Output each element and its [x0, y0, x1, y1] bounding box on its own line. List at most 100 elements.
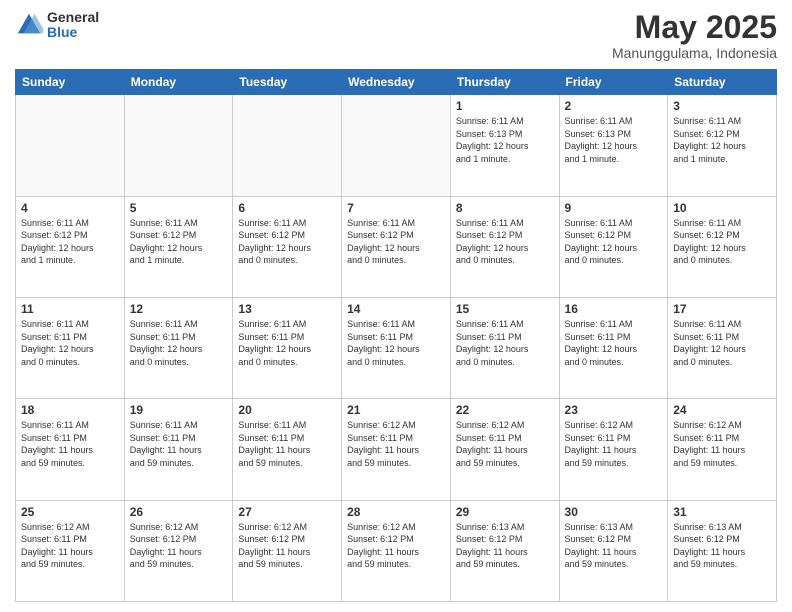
col-sunday: Sunday: [16, 70, 125, 95]
day-number: 3: [673, 99, 771, 113]
day-info: Sunrise: 6:11 AM Sunset: 6:11 PM Dayligh…: [347, 318, 445, 368]
col-wednesday: Wednesday: [342, 70, 451, 95]
day-number: 13: [238, 302, 336, 316]
calendar-cell: 24 Sunrise: 6:12 AM Sunset: 6:11 PM Dayli…: [668, 399, 777, 500]
day-number: 20: [238, 403, 336, 417]
day-info: Sunrise: 6:11 AM Sunset: 6:12 PM Dayligh…: [347, 217, 445, 267]
calendar-cell: 20 Sunrise: 6:11 AM Sunset: 6:11 PM Dayli…: [233, 399, 342, 500]
day-info: Sunrise: 6:11 AM Sunset: 6:12 PM Dayligh…: [21, 217, 119, 267]
day-info: Sunrise: 6:13 AM Sunset: 6:12 PM Dayligh…: [456, 521, 554, 571]
day-info: Sunrise: 6:12 AM Sunset: 6:12 PM Dayligh…: [130, 521, 228, 571]
day-number: 14: [347, 302, 445, 316]
header-row: Sunday Monday Tuesday Wednesday Thursday…: [16, 70, 777, 95]
day-info: Sunrise: 6:11 AM Sunset: 6:11 PM Dayligh…: [21, 419, 119, 469]
day-number: 10: [673, 201, 771, 215]
day-info: Sunrise: 6:11 AM Sunset: 6:12 PM Dayligh…: [238, 217, 336, 267]
day-number: 24: [673, 403, 771, 417]
calendar-cell: 19 Sunrise: 6:11 AM Sunset: 6:11 PM Dayli…: [124, 399, 233, 500]
logo-text: General Blue: [47, 10, 99, 41]
day-info: Sunrise: 6:11 AM Sunset: 6:13 PM Dayligh…: [565, 115, 663, 165]
day-info: Sunrise: 6:11 AM Sunset: 6:11 PM Dayligh…: [238, 419, 336, 469]
day-info: Sunrise: 6:12 AM Sunset: 6:11 PM Dayligh…: [673, 419, 771, 469]
day-number: 29: [456, 505, 554, 519]
calendar-cell: 17Sunrise: 6:11 AM Sunset: 6:11 PM Dayli…: [668, 297, 777, 398]
day-number: 15: [456, 302, 554, 316]
calendar-cell: 5 Sunrise: 6:11 AM Sunset: 6:12 PM Daylig…: [124, 196, 233, 297]
calendar-cell: 30Sunrise: 6:13 AM Sunset: 6:12 PM Dayli…: [559, 500, 668, 601]
main-title: May 2025: [612, 10, 777, 45]
calendar-cell: 3 Sunrise: 6:11 AM Sunset: 6:12 PM Daylig…: [668, 95, 777, 196]
calendar-cell: [342, 95, 451, 196]
calendar-cell: 12Sunrise: 6:11 AM Sunset: 6:11 PM Dayli…: [124, 297, 233, 398]
logo-icon: [15, 11, 43, 39]
calendar-cell: [124, 95, 233, 196]
week-row-4: 18Sunrise: 6:11 AM Sunset: 6:11 PM Dayli…: [16, 399, 777, 500]
day-number: 22: [456, 403, 554, 417]
day-number: 30: [565, 505, 663, 519]
calendar-cell: 7 Sunrise: 6:11 AM Sunset: 6:12 PM Daylig…: [342, 196, 451, 297]
calendar-body: 1 Sunrise: 6:11 AM Sunset: 6:13 PM Daylig…: [16, 95, 777, 602]
week-row-1: 1 Sunrise: 6:11 AM Sunset: 6:13 PM Daylig…: [16, 95, 777, 196]
day-info: Sunrise: 6:11 AM Sunset: 6:13 PM Dayligh…: [456, 115, 554, 165]
day-number: 7: [347, 201, 445, 215]
day-number: 19: [130, 403, 228, 417]
calendar-cell: [233, 95, 342, 196]
col-friday: Friday: [559, 70, 668, 95]
calendar-table: Sunday Monday Tuesday Wednesday Thursday…: [15, 69, 777, 602]
calendar-cell: 22 Sunrise: 6:12 AM Sunset: 6:11 PM Dayli…: [450, 399, 559, 500]
day-number: 16: [565, 302, 663, 316]
calendar-cell: 8 Sunrise: 6:11 AM Sunset: 6:12 PM Daylig…: [450, 196, 559, 297]
calendar-cell: 4Sunrise: 6:11 AM Sunset: 6:12 PM Daylig…: [16, 196, 125, 297]
day-number: 8: [456, 201, 554, 215]
day-info: Sunrise: 6:11 AM Sunset: 6:11 PM Dayligh…: [456, 318, 554, 368]
week-row-2: 4Sunrise: 6:11 AM Sunset: 6:12 PM Daylig…: [16, 196, 777, 297]
calendar-cell: 2 Sunrise: 6:11 AM Sunset: 6:13 PM Daylig…: [559, 95, 668, 196]
logo-blue-text: Blue: [47, 25, 99, 40]
day-info: Sunrise: 6:12 AM Sunset: 6:12 PM Dayligh…: [238, 521, 336, 571]
day-number: 28: [347, 505, 445, 519]
day-info: Sunrise: 6:11 AM Sunset: 6:12 PM Dayligh…: [673, 217, 771, 267]
calendar-cell: 13Sunrise: 6:11 AM Sunset: 6:11 PM Dayli…: [233, 297, 342, 398]
page: General Blue May 2025 Manunggulama, Indo…: [0, 0, 792, 612]
day-info: Sunrise: 6:11 AM Sunset: 6:12 PM Dayligh…: [456, 217, 554, 267]
day-info: Sunrise: 6:12 AM Sunset: 6:12 PM Dayligh…: [347, 521, 445, 571]
day-info: Sunrise: 6:12 AM Sunset: 6:11 PM Dayligh…: [565, 419, 663, 469]
calendar-cell: 9Sunrise: 6:11 AM Sunset: 6:12 PM Daylig…: [559, 196, 668, 297]
calendar-cell: 16 Sunrise: 6:11 AM Sunset: 6:11 PM Dayli…: [559, 297, 668, 398]
day-number: 5: [130, 201, 228, 215]
week-row-5: 25Sunrise: 6:12 AM Sunset: 6:11 PM Dayli…: [16, 500, 777, 601]
calendar-cell: 23Sunrise: 6:12 AM Sunset: 6:11 PM Dayli…: [559, 399, 668, 500]
day-number: 31: [673, 505, 771, 519]
day-info: Sunrise: 6:11 AM Sunset: 6:12 PM Dayligh…: [565, 217, 663, 267]
logo-general-text: General: [47, 10, 99, 25]
day-info: Sunrise: 6:11 AM Sunset: 6:11 PM Dayligh…: [21, 318, 119, 368]
logo: General Blue: [15, 10, 99, 41]
day-number: 27: [238, 505, 336, 519]
title-block: May 2025 Manunggulama, Indonesia: [612, 10, 777, 61]
day-info: Sunrise: 6:11 AM Sunset: 6:11 PM Dayligh…: [565, 318, 663, 368]
header: General Blue May 2025 Manunggulama, Indo…: [15, 10, 777, 61]
day-number: 6: [238, 201, 336, 215]
day-number: 11: [21, 302, 119, 316]
day-number: 1: [456, 99, 554, 113]
day-number: 26: [130, 505, 228, 519]
day-info: Sunrise: 6:11 AM Sunset: 6:11 PM Dayligh…: [130, 419, 228, 469]
day-info: Sunrise: 6:11 AM Sunset: 6:11 PM Dayligh…: [673, 318, 771, 368]
day-info: Sunrise: 6:11 AM Sunset: 6:12 PM Dayligh…: [673, 115, 771, 165]
day-info: Sunrise: 6:12 AM Sunset: 6:11 PM Dayligh…: [456, 419, 554, 469]
calendar-cell: 21Sunrise: 6:12 AM Sunset: 6:11 PM Dayli…: [342, 399, 451, 500]
day-number: 2: [565, 99, 663, 113]
calendar-cell: 11 Sunrise: 6:11 AM Sunset: 6:11 PM Dayli…: [16, 297, 125, 398]
col-saturday: Saturday: [668, 70, 777, 95]
calendar-cell: 27 Sunrise: 6:12 AM Sunset: 6:12 PM Dayli…: [233, 500, 342, 601]
week-row-3: 11 Sunrise: 6:11 AM Sunset: 6:11 PM Dayli…: [16, 297, 777, 398]
calendar-cell: [16, 95, 125, 196]
day-info: Sunrise: 6:11 AM Sunset: 6:12 PM Dayligh…: [130, 217, 228, 267]
calendar-header: Sunday Monday Tuesday Wednesday Thursday…: [16, 70, 777, 95]
calendar-cell: 6 Sunrise: 6:11 AM Sunset: 6:12 PM Daylig…: [233, 196, 342, 297]
day-number: 21: [347, 403, 445, 417]
calendar-cell: 1 Sunrise: 6:11 AM Sunset: 6:13 PM Daylig…: [450, 95, 559, 196]
day-info: Sunrise: 6:13 AM Sunset: 6:12 PM Dayligh…: [673, 521, 771, 571]
day-info: Sunrise: 6:11 AM Sunset: 6:11 PM Dayligh…: [130, 318, 228, 368]
calendar-cell: 25Sunrise: 6:12 AM Sunset: 6:11 PM Dayli…: [16, 500, 125, 601]
